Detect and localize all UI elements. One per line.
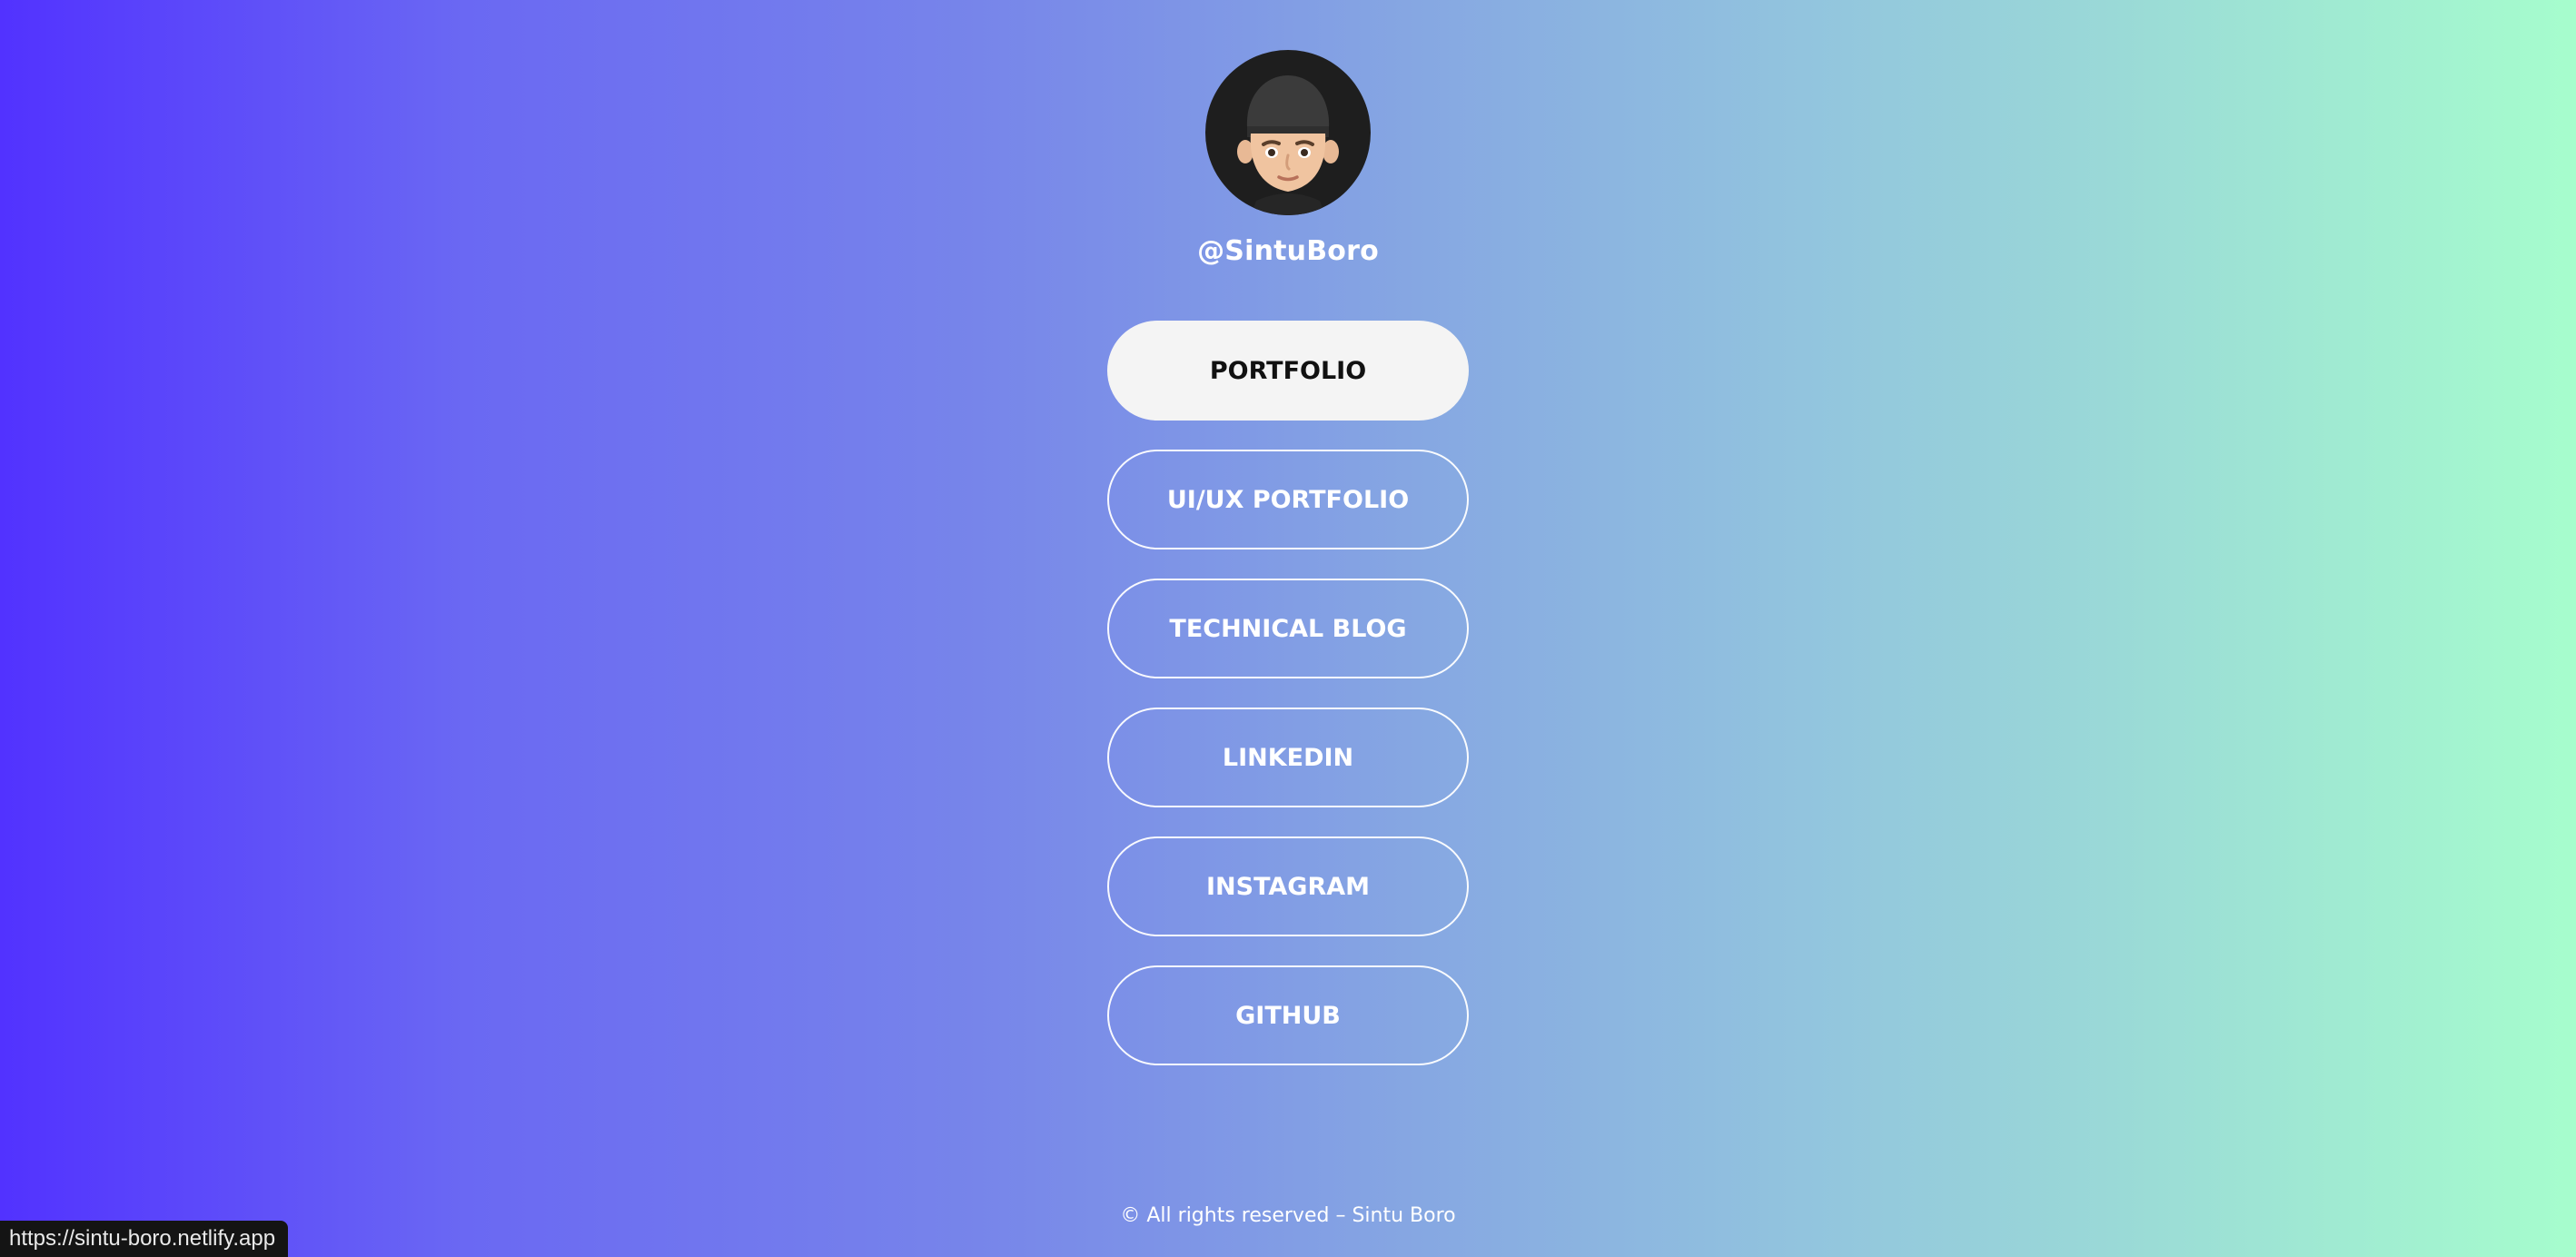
footer-copyright: © All rights reserved – Sintu Boro — [1120, 1204, 1456, 1227]
github-link-button[interactable]: GITHUB — [1107, 965, 1469, 1065]
link-list: PORTFOLIO UI/UX PORTFOLIO TECHNICAL BLOG… — [0, 321, 2576, 1065]
technical-blog-link-button[interactable]: TECHNICAL BLOG — [1107, 579, 1469, 678]
uiux-portfolio-link-button[interactable]: UI/UX PORTFOLIO — [1107, 450, 1469, 549]
instagram-link-button[interactable]: INSTAGRAM — [1107, 836, 1469, 936]
linkedin-link-button[interactable]: LINKEDIN — [1107, 708, 1469, 807]
avatar — [1205, 50, 1371, 215]
profile-header: @SintuBoro — [0, 50, 2576, 267]
profile-handle: @SintuBoro — [1197, 235, 1379, 267]
status-bar-url: https://sintu-boro.netlify.app — [0, 1221, 289, 1257]
portfolio-link-button[interactable]: PORTFOLIO — [1107, 321, 1469, 421]
memoji-face-icon — [1237, 75, 1339, 215]
